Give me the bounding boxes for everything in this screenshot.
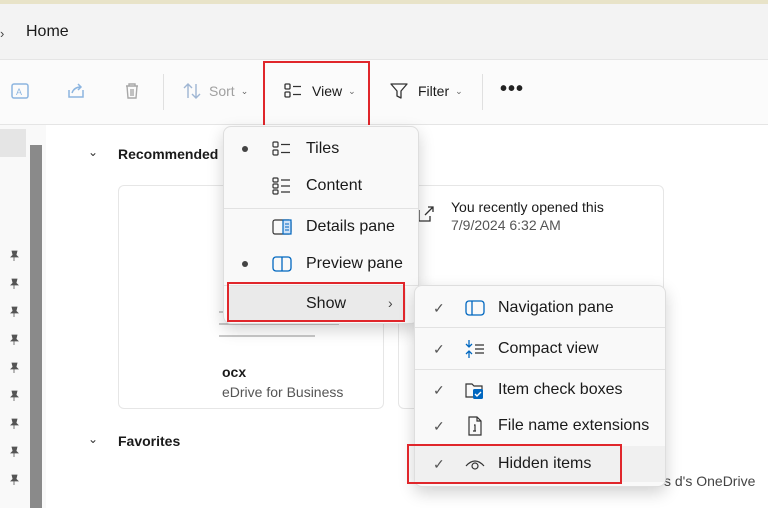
pin-icon [10,306,19,317]
menu-item-tiles[interactable]: Tiles [224,131,418,167]
view-highlight [263,61,370,129]
tiles-icon [272,141,290,156]
selected-bullet-icon [242,261,248,267]
rename-icon[interactable]: A [9,80,31,102]
menu-divider [415,327,665,328]
checkmark-icon: ✓ [433,417,445,434]
chevron-down-icon[interactable]: ⌄ [88,145,98,159]
item-check-boxes-icon [465,383,483,399]
menu-item-label: Content [306,177,363,194]
menu-item-details-pane[interactable]: Details pane [224,209,418,245]
selected-bullet-icon [242,146,248,152]
pin-icon [10,446,19,457]
menu-item-label: File name extensions [498,417,650,434]
menu-item-compact-view[interactable]: ✓ Compact view [415,331,665,367]
open-file-icon [418,206,434,222]
compact-view-icon [465,340,484,358]
menu-item-file-name-extensions[interactable]: ✓ File name extensions [415,408,665,444]
pin-icon [10,362,19,373]
show-highlight [227,282,405,322]
sort-label: Sort [209,83,235,99]
chevron-down-icon[interactable]: ⌄ [88,432,98,446]
file-location: eDrive for Business [222,384,344,400]
activity-datetime: 7/9/2024 6:32 AM [451,217,561,233]
menu-item-preview-pane[interactable]: Preview pane [224,246,418,282]
menu-item-label: Item check boxes [498,381,623,398]
activity-text: You recently opened this [451,199,604,215]
breadcrumb-home[interactable]: Home [26,23,69,41]
checkmark-icon: ✓ [433,340,445,357]
menu-item-label: Details pane [306,218,395,235]
navigation-pane-icon [465,300,485,316]
file-location-text: s d's OneDrive [664,473,756,489]
menu-item-item-check-boxes[interactable]: ✓ Item check boxes [415,372,665,408]
pin-icon [10,334,19,345]
menu-item-label: Preview pane [306,255,403,272]
menu-item-label: Navigation pane [498,299,614,316]
command-bar: A Sort ⌄ View ⌄ Filter ⌄ ••• [0,60,768,125]
hidden-items-highlight [407,444,622,484]
svg-text:A: A [16,87,22,97]
pin-icon [10,474,19,485]
nav-scrollbar[interactable] [30,145,42,508]
details-pane-icon [272,219,292,235]
nav-selected-item[interactable] [0,129,26,157]
share-icon[interactable] [65,80,87,102]
navigation-pane [0,125,46,508]
menu-item-label: Compact view [498,340,599,357]
filter-button[interactable]: Filter ⌄ [389,76,463,106]
checkmark-icon: ✓ [433,381,445,398]
menu-item-label: Tiles [306,140,340,157]
chevron-down-icon: ⌄ [455,85,463,96]
recommended-heading[interactable]: Recommended [118,146,218,162]
pin-icon [10,418,19,429]
pin-icon [10,250,19,261]
sort-button[interactable]: Sort ⌄ [181,76,248,106]
pin-icon [10,390,19,401]
breadcrumb-chevron[interactable]: › [0,26,4,41]
filter-icon [390,83,408,99]
pin-icon [10,278,19,289]
favorites-heading[interactable]: Favorites [118,433,180,449]
toolbar-separator [482,74,483,110]
toolbar-separator [163,74,164,110]
menu-divider [415,369,665,370]
content-icon [272,177,290,195]
menu-item-content[interactable]: Content [224,168,418,204]
checkmark-icon: ✓ [433,299,445,316]
sort-icon [183,83,201,99]
file-name-extensions-icon [468,416,482,436]
delete-icon[interactable] [121,80,143,102]
file-name: ocx [222,364,247,380]
more-options-button[interactable]: ••• [500,79,524,99]
address-bar[interactable]: › Home [0,4,768,60]
filter-label: Filter [418,83,450,99]
menu-item-navigation-pane[interactable]: ✓ Navigation pane [415,290,665,326]
preview-pane-icon [272,256,292,272]
chevron-down-icon: ⌄ [240,85,249,96]
